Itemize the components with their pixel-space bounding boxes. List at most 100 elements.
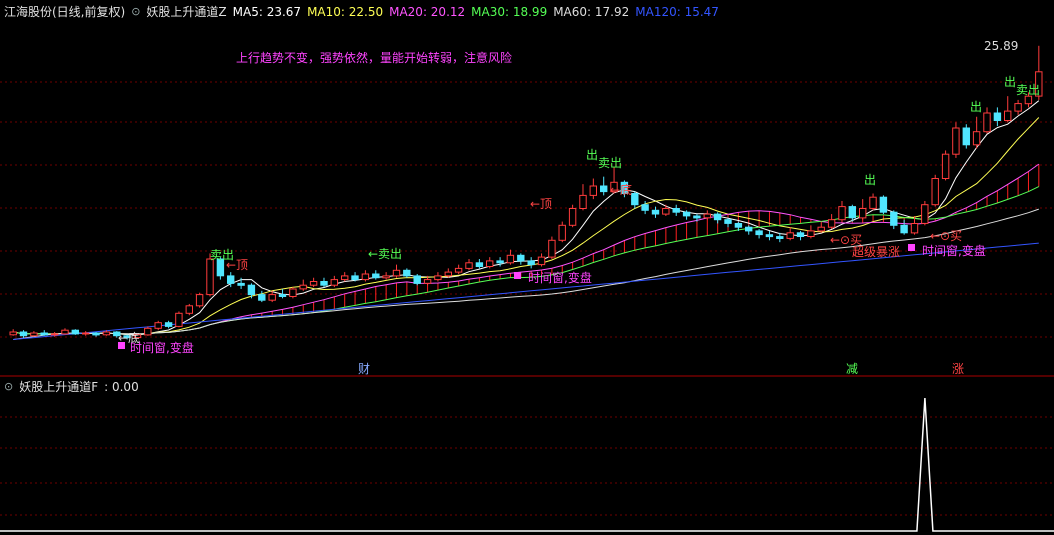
candle-body bbox=[195, 294, 204, 307]
ma5-label: MA5: 23.67 bbox=[232, 5, 302, 19]
stock-title: 江海股份(日线,前复权) bbox=[4, 5, 126, 19]
candle-body bbox=[672, 208, 680, 213]
ma60-line bbox=[13, 208, 1039, 340]
candle-body bbox=[952, 127, 960, 155]
candle-body bbox=[983, 112, 991, 133]
candle-body bbox=[268, 294, 276, 301]
candle-body bbox=[309, 281, 318, 286]
candle-body bbox=[372, 273, 380, 279]
candle-body bbox=[1024, 95, 1033, 105]
candle-body bbox=[50, 333, 59, 336]
candle-body bbox=[972, 131, 981, 146]
candle-body bbox=[527, 260, 535, 266]
candle-body bbox=[19, 331, 28, 337]
candle-body bbox=[693, 215, 701, 219]
candle-body bbox=[289, 288, 297, 297]
candle-body bbox=[713, 213, 722, 221]
ma5-line bbox=[13, 100, 1040, 336]
candle-body bbox=[558, 224, 566, 241]
candle-body bbox=[465, 262, 473, 269]
candle-body bbox=[900, 224, 908, 234]
signal-time-window-3: 时间窗,变盘 bbox=[922, 243, 986, 258]
candle-body bbox=[361, 273, 370, 281]
time-window-marker-2 bbox=[514, 272, 521, 279]
candle-body bbox=[506, 254, 515, 264]
candle-body bbox=[185, 305, 194, 314]
candle-body bbox=[392, 269, 401, 277]
signal-out-2: 出 bbox=[864, 173, 876, 187]
candle-body bbox=[568, 208, 577, 226]
signal-time-window-2: 时间窗,变盘 bbox=[528, 270, 592, 285]
candle-body bbox=[71, 329, 79, 335]
candle-body bbox=[164, 322, 173, 327]
ma10-line bbox=[13, 117, 1040, 335]
candle-body bbox=[662, 208, 670, 215]
moving-average-lines bbox=[13, 100, 1040, 340]
signal-out-1: 出 bbox=[586, 148, 598, 162]
candle-body bbox=[403, 269, 411, 277]
ma30-label: MA30: 18.99 bbox=[471, 5, 548, 19]
candle-body bbox=[807, 230, 815, 237]
ma20-label: MA20: 20.12 bbox=[389, 5, 466, 19]
signal-time-window-1: 时间窗,变盘 bbox=[130, 340, 194, 355]
candle-body bbox=[838, 206, 846, 221]
candle-body bbox=[40, 332, 48, 336]
candle-body bbox=[734, 223, 743, 228]
collapse-circle-icon[interactable]: ⊙ bbox=[131, 2, 140, 22]
candle-body bbox=[444, 271, 453, 277]
price-chart[interactable]: 上行趋势不变，强势依然，量能开始转弱，注意风险 25.89 卖出 ←顶 ←卖出 … bbox=[0, 22, 1054, 377]
signal-sell-4: 卖出 bbox=[1016, 83, 1040, 97]
candle-body bbox=[278, 294, 287, 298]
candle-body bbox=[765, 234, 774, 238]
candle-body bbox=[910, 223, 919, 234]
candle-body bbox=[641, 204, 649, 211]
time-window-marker-3 bbox=[908, 244, 915, 251]
indicator-grid bbox=[0, 416, 1054, 516]
candle-body bbox=[102, 331, 111, 336]
candle-body bbox=[496, 260, 504, 264]
indicator-chart[interactable] bbox=[0, 395, 1054, 535]
candle-body bbox=[330, 279, 339, 286]
candle-body bbox=[454, 267, 463, 273]
candle-body bbox=[351, 275, 359, 281]
signal-out-4: 出 bbox=[1004, 75, 1016, 89]
signal-sell-2: ←卖出 bbox=[368, 247, 402, 261]
candle-body bbox=[755, 230, 763, 236]
time-window-marker-1 bbox=[118, 342, 125, 349]
candle-body bbox=[548, 239, 556, 258]
candle-body bbox=[817, 226, 825, 232]
candle-body bbox=[682, 211, 691, 217]
ma10-label: MA10: 22.50 bbox=[307, 5, 384, 19]
candle-body bbox=[776, 236, 784, 240]
indicator-spike-line bbox=[0, 397, 1054, 532]
grid-lines bbox=[0, 81, 1054, 338]
candle-body bbox=[651, 209, 660, 215]
candle-body bbox=[724, 219, 732, 224]
signal-strong-rise: 超级暴涨 bbox=[852, 244, 900, 259]
candle-body bbox=[600, 185, 608, 193]
indicator-title: 妖股上升通道Z bbox=[146, 5, 227, 19]
candle-body bbox=[486, 260, 494, 267]
notice-text: 上行趋势不变，强势依然，量能开始转弱，注意风险 bbox=[236, 50, 512, 65]
marker-cai[interactable]: 财 bbox=[358, 362, 370, 376]
candle-body bbox=[931, 178, 939, 206]
candle-body bbox=[941, 153, 950, 179]
marker-jian[interactable]: 减 bbox=[846, 362, 858, 376]
candle-body bbox=[320, 281, 328, 286]
signal-top-1: ←顶 bbox=[226, 258, 248, 272]
collapse-circle-icon[interactable]: ⊙ bbox=[4, 377, 13, 397]
candle-body bbox=[879, 196, 888, 213]
ma60-label: MA60: 17.92 bbox=[553, 5, 630, 19]
candle-body bbox=[258, 294, 266, 301]
candle-body bbox=[703, 213, 711, 219]
indicator-line bbox=[0, 397, 1054, 532]
signal-top-2: ←顶 bbox=[530, 197, 552, 211]
candle-body bbox=[1004, 110, 1012, 121]
price-max-tag: 25.89 bbox=[984, 39, 1018, 53]
candle-body bbox=[589, 185, 597, 196]
candle-body bbox=[962, 127, 970, 146]
marker-zhang[interactable]: 涨 bbox=[952, 361, 964, 376]
ma120-label: MA120: 15.47 bbox=[635, 5, 719, 19]
candle-body bbox=[82, 332, 90, 335]
candle-body bbox=[413, 275, 421, 284]
